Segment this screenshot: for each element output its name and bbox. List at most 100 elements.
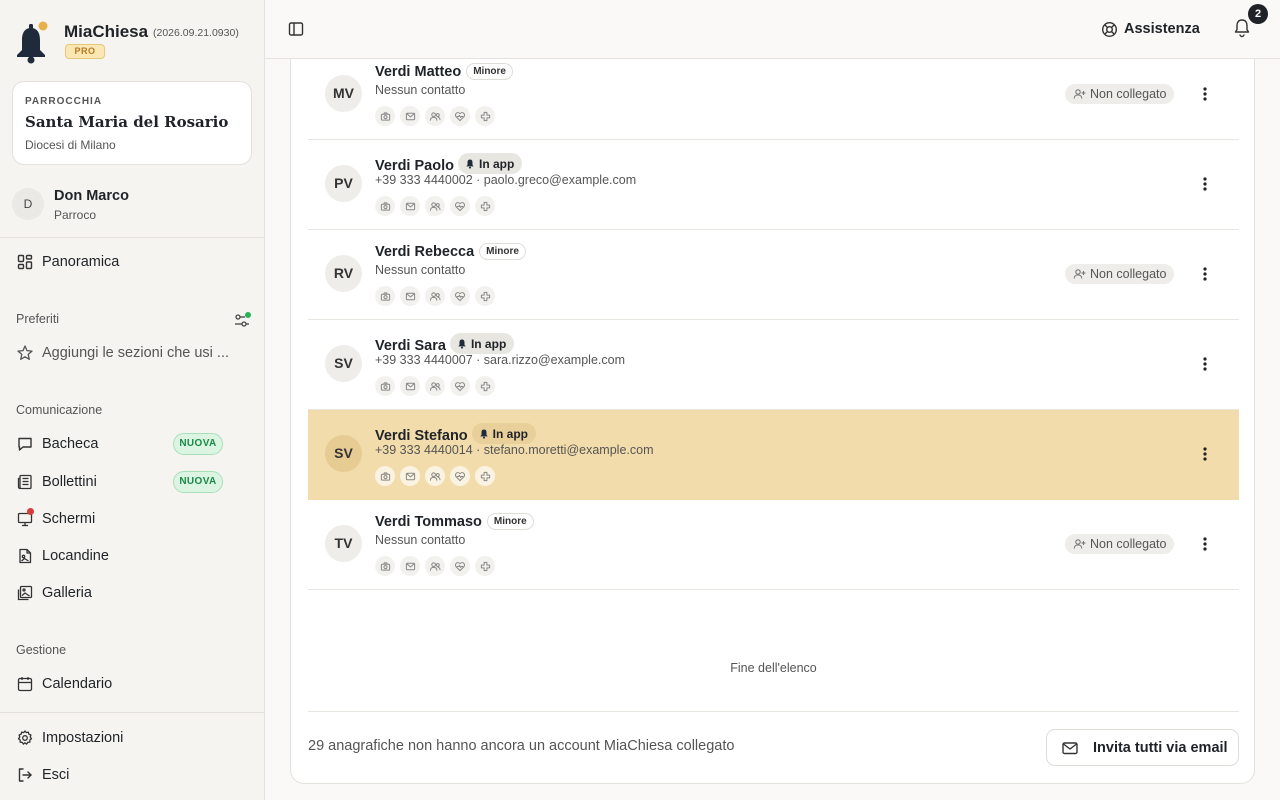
- list-item[interactable]: MV Verdi Matteo Minore Nessun contatto No…: [308, 50, 1239, 140]
- family-icon[interactable]: [425, 196, 445, 216]
- star-icon: [16, 344, 34, 362]
- sidebar-item-panoramica[interactable]: Panoramica: [16, 250, 252, 274]
- person-name[interactable]: Verdi Sara In app: [375, 333, 515, 354]
- in-app-label: In app: [492, 426, 529, 441]
- more-options-icon[interactable]: [1196, 444, 1214, 464]
- health-icon[interactable]: [450, 466, 470, 486]
- list-item[interactable]: SV Verdi Stefano In app +39 333 4440014 ·…: [308, 410, 1239, 500]
- sidebar-toggle-icon[interactable]: [287, 20, 305, 38]
- photo-icon[interactable]: [375, 106, 395, 126]
- pro-badge: PRO: [65, 44, 105, 59]
- photo-icon[interactable]: [375, 556, 395, 576]
- person-contact: +39 333 4440002 · paolo.greco@example.co…: [375, 173, 637, 187]
- sacraments-cross-icon[interactable]: [475, 376, 495, 396]
- help-button[interactable]: Assistenza: [1101, 15, 1200, 43]
- sidebar-item-impostazioni[interactable]: Impostazioni: [16, 726, 252, 750]
- health-icon[interactable]: [450, 106, 470, 126]
- person-name[interactable]: Verdi Stefano In app: [375, 423, 537, 444]
- list-item[interactable]: TV Verdi Tommaso Minore Nessun contatto N…: [308, 500, 1239, 590]
- link-status-badge[interactable]: Non collegato: [1065, 84, 1175, 104]
- more-options-icon[interactable]: [1196, 84, 1214, 104]
- list-item[interactable]: PV Verdi Paolo In app +39 333 4440002 · p…: [308, 140, 1239, 230]
- user-profile[interactable]: D Don Marco Parroco: [12, 186, 252, 226]
- parish-card[interactable]: PARROCCHIA Santa Maria del Rosario Dioce…: [12, 81, 252, 165]
- link-status-label: Non collegato: [1090, 267, 1167, 281]
- photo-icon[interactable]: [375, 466, 395, 486]
- sacraments-cross-icon[interactable]: [475, 286, 495, 306]
- brand[interactable]: MiaChiesa (2026.09.21.0930) PRO: [14, 18, 254, 68]
- email-icon[interactable]: [400, 196, 420, 216]
- parish-label: PARROCCHIA: [25, 96, 103, 107]
- health-icon[interactable]: [450, 376, 470, 396]
- person-contact: Nessun contatto: [375, 83, 466, 97]
- logout-icon: [16, 766, 34, 784]
- more-options-icon[interactable]: [1196, 174, 1214, 194]
- favorites-placeholder-label: Aggiungi le sezioni che usi ...: [42, 345, 229, 361]
- row-quick-actions: [375, 106, 500, 126]
- sidebar-item-bollettini[interactable]: Bollettini NUOVA: [16, 470, 252, 494]
- email-icon[interactable]: [400, 376, 420, 396]
- photo-icon[interactable]: [375, 286, 395, 306]
- sidebar-item-locandine[interactable]: Locandine: [16, 544, 252, 568]
- invite-all-email-button[interactable]: Invita tutti via email: [1046, 729, 1239, 766]
- section-title-preferiti: Preferiti: [16, 312, 60, 326]
- family-icon[interactable]: [425, 376, 445, 396]
- sidebar-item-esci[interactable]: Esci: [16, 763, 252, 787]
- sidebar-item-bacheca[interactable]: Bacheca NUOVA: [16, 432, 252, 456]
- customize-favorites-icon[interactable]: [233, 310, 253, 330]
- person-name-label: Verdi Sara: [375, 338, 446, 354]
- row-quick-actions: [375, 556, 500, 576]
- family-icon[interactable]: [425, 466, 445, 486]
- new-badge: NUOVA: [173, 433, 223, 455]
- sacraments-cross-icon[interactable]: [475, 196, 495, 216]
- email-icon[interactable]: [400, 106, 420, 126]
- family-icon[interactable]: [425, 106, 445, 126]
- list-item[interactable]: SV Verdi Sara In app +39 333 4440007 · sa…: [308, 320, 1239, 410]
- more-options-icon[interactable]: [1196, 534, 1214, 554]
- row-quick-actions: [375, 196, 500, 216]
- person-name[interactable]: Verdi Rebecca Minore: [375, 243, 526, 260]
- person-name-label: Verdi Stefano: [375, 428, 468, 444]
- sidebar-item-label: Impostazioni: [42, 730, 124, 746]
- more-options-icon[interactable]: [1196, 354, 1214, 374]
- sacraments-cross-icon[interactable]: [475, 556, 495, 576]
- sidebar-item-calendario[interactable]: Calendario: [16, 672, 252, 696]
- health-icon[interactable]: [450, 286, 470, 306]
- sidebar: MiaChiesa (2026.09.21.0930) PRO PARROCCH…: [0, 0, 265, 800]
- list-item[interactable]: RV Verdi Rebecca Minore Nessun contatto N…: [308, 230, 1239, 320]
- minor-tag: Minore: [466, 63, 513, 80]
- more-options-icon[interactable]: [1196, 264, 1214, 284]
- person-name[interactable]: Verdi Paolo In app: [375, 153, 523, 174]
- mail-icon: [1062, 741, 1078, 754]
- alert-dot: [27, 508, 34, 515]
- dashboard-icon: [16, 253, 34, 271]
- family-icon[interactable]: [425, 556, 445, 576]
- newspaper-icon: [16, 473, 34, 491]
- avatar: SV: [325, 345, 362, 382]
- sacraments-cross-icon[interactable]: [475, 466, 495, 486]
- sidebar-item-label: Galleria: [42, 585, 92, 601]
- link-status-badge[interactable]: Non collegato: [1065, 534, 1175, 554]
- person-name[interactable]: Verdi Matteo Minore: [375, 63, 513, 80]
- family-icon[interactable]: [425, 286, 445, 306]
- photo-icon[interactable]: [375, 376, 395, 396]
- link-status-badge[interactable]: Non collegato: [1065, 264, 1175, 284]
- avatar: D: [12, 188, 44, 220]
- sidebar-item-schermi[interactable]: Schermi: [16, 507, 252, 531]
- health-icon[interactable]: [450, 556, 470, 576]
- new-badge: NUOVA: [173, 471, 223, 493]
- person-contact: Nessun contatto: [375, 533, 466, 547]
- row-quick-actions: [375, 466, 500, 486]
- email-icon[interactable]: [400, 466, 420, 486]
- in-app-tag: In app: [457, 153, 523, 174]
- person-name[interactable]: Verdi Tommaso Minore: [375, 513, 534, 530]
- link-status-label: Non collegato: [1090, 87, 1167, 101]
- photo-icon[interactable]: [375, 196, 395, 216]
- email-icon[interactable]: [400, 556, 420, 576]
- health-icon[interactable]: [450, 196, 470, 216]
- sidebar-item-galleria[interactable]: Galleria: [16, 581, 252, 605]
- email-icon[interactable]: [400, 286, 420, 306]
- sacraments-cross-icon[interactable]: [475, 106, 495, 126]
- favorites-placeholder[interactable]: Aggiungi le sezioni che usi ...: [16, 341, 252, 365]
- invite-all-label: Invita tutti via email: [1093, 739, 1228, 756]
